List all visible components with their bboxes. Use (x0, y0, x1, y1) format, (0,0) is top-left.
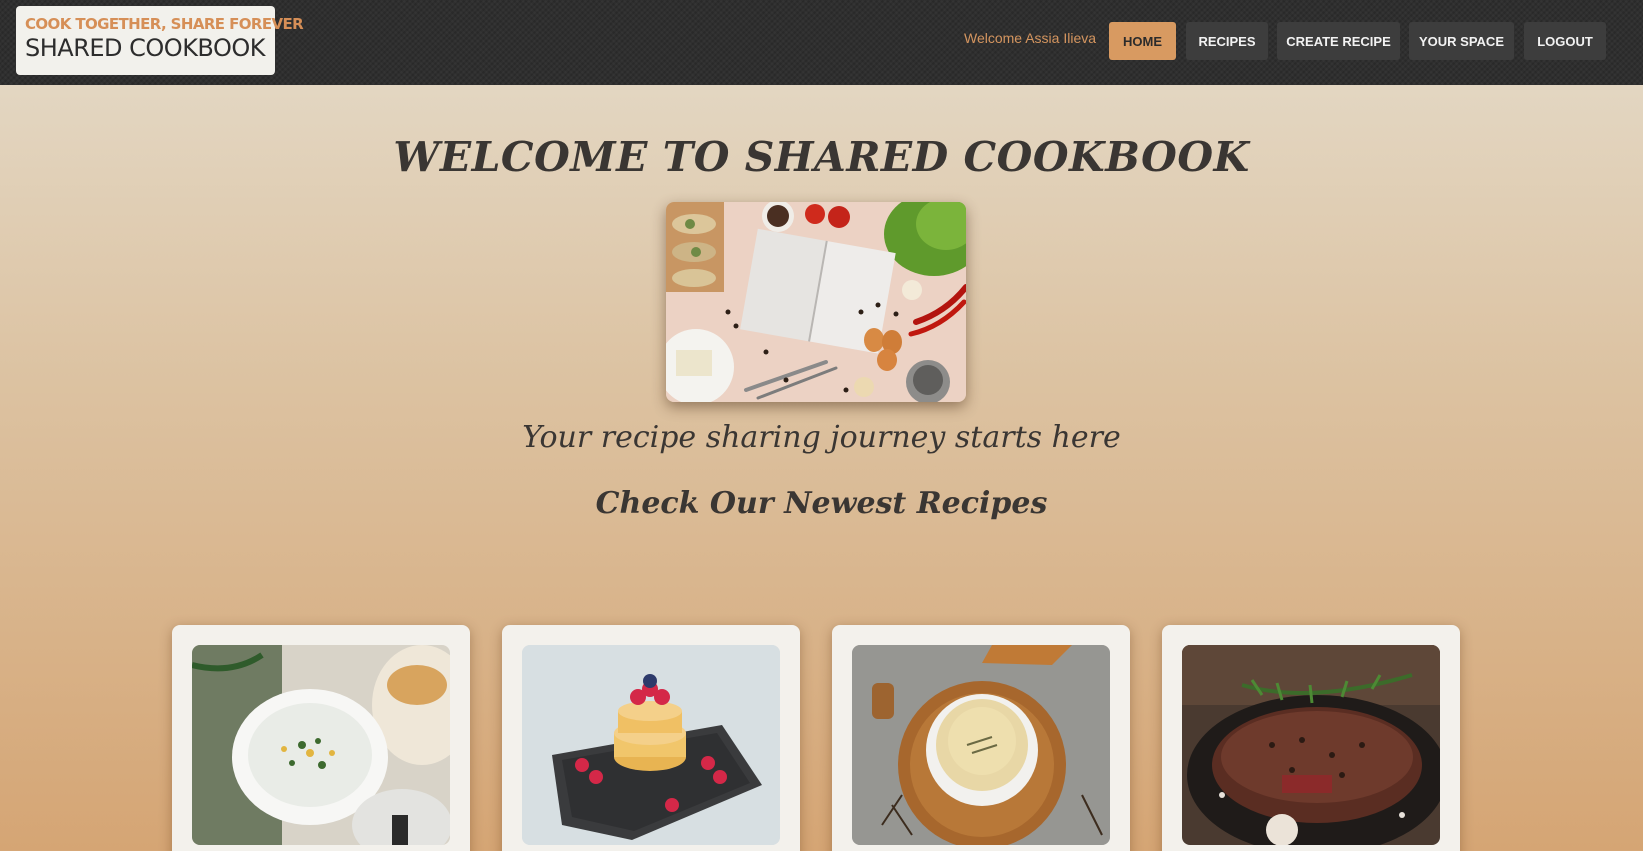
recipe-card[interactable] (502, 625, 800, 851)
nav-home-link[interactable]: HOME (1109, 22, 1176, 60)
recipe-card[interactable] (832, 625, 1130, 851)
recipe-card[interactable] (1162, 625, 1460, 851)
grilled-steak-illustration (1182, 645, 1440, 845)
hero-image (666, 202, 966, 402)
logo-title: SHARED COOKBOOK (25, 34, 266, 62)
creamy-soup-illustration (852, 645, 1110, 845)
hero-title: WELCOME TO SHARED COOKBOOK (393, 133, 1250, 181)
recipe-card-image[interactable] (852, 645, 1110, 845)
recipe-card-image[interactable] (192, 645, 450, 845)
recipe-card-image[interactable] (1182, 645, 1440, 845)
welcome-user-text: Welcome Assia Ilieva (964, 30, 1097, 46)
yogurt-soup-illustration (192, 645, 450, 845)
site-logo[interactable]: COOK TOGETHER, SHARE FOREVER SHARED COOK… (16, 6, 304, 75)
newest-recipes-title: Check Our Newest Recipes (595, 486, 1048, 521)
nav-logout-link[interactable]: LOGOUT (1524, 22, 1606, 60)
recipe-card[interactable] (172, 625, 470, 851)
hero-subtitle: Your recipe sharing journey starts here (522, 420, 1121, 455)
top-navbar: COOK TOGETHER, SHARE FOREVER SHARED COOK… (0, 0, 1643, 85)
logo-tagline: COOK TOGETHER, SHARE FOREVER (25, 15, 304, 33)
notebook-vegetables-illustration (666, 202, 966, 402)
nav-your-space-link[interactable]: YOUR SPACE (1409, 22, 1514, 60)
recipe-card-image[interactable] (522, 645, 780, 845)
pancake-stack-illustration (522, 645, 780, 845)
nav-create-recipe-link[interactable]: CREATE RECIPE (1277, 22, 1400, 60)
nav-recipes-link[interactable]: RECIPES (1186, 22, 1268, 60)
